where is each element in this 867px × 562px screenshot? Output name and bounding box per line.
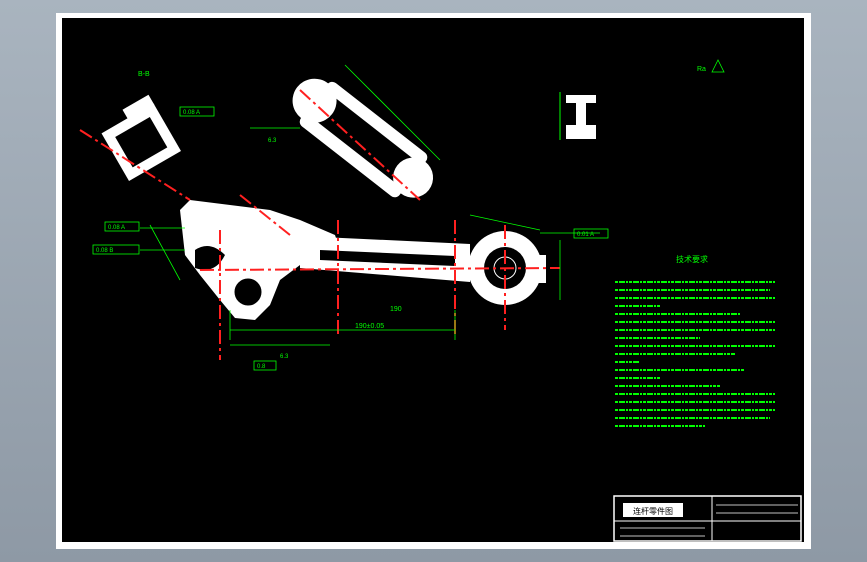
tech-requirements-title: 技术要求: [676, 254, 708, 264]
bottom-flag: 0.8: [257, 364, 266, 370]
right-flag: 0.01 A: [577, 232, 594, 238]
left-flag-2: 0.08 B: [96, 248, 113, 254]
center-distance-dim: 190±0.05: [355, 323, 384, 330]
roughness-bottom: 6.3: [280, 354, 289, 360]
bar-length-dim: 190: [390, 306, 402, 313]
roughness-top: 6.3: [268, 138, 277, 144]
section-flag: 0.08 A: [183, 110, 200, 116]
section-label: B-B: [138, 71, 150, 78]
drawing-name: 连杆零件图: [633, 506, 673, 516]
drawing-frame: [60, 16, 806, 544]
left-flag-1: 0.08 A: [108, 225, 125, 231]
cad-drawing-canvas: 0.08 A 0.08 B 0.01 A 0.8 0.08 A 190±0.05…: [60, 16, 806, 544]
roughness-symbol: Ra: [697, 66, 706, 73]
